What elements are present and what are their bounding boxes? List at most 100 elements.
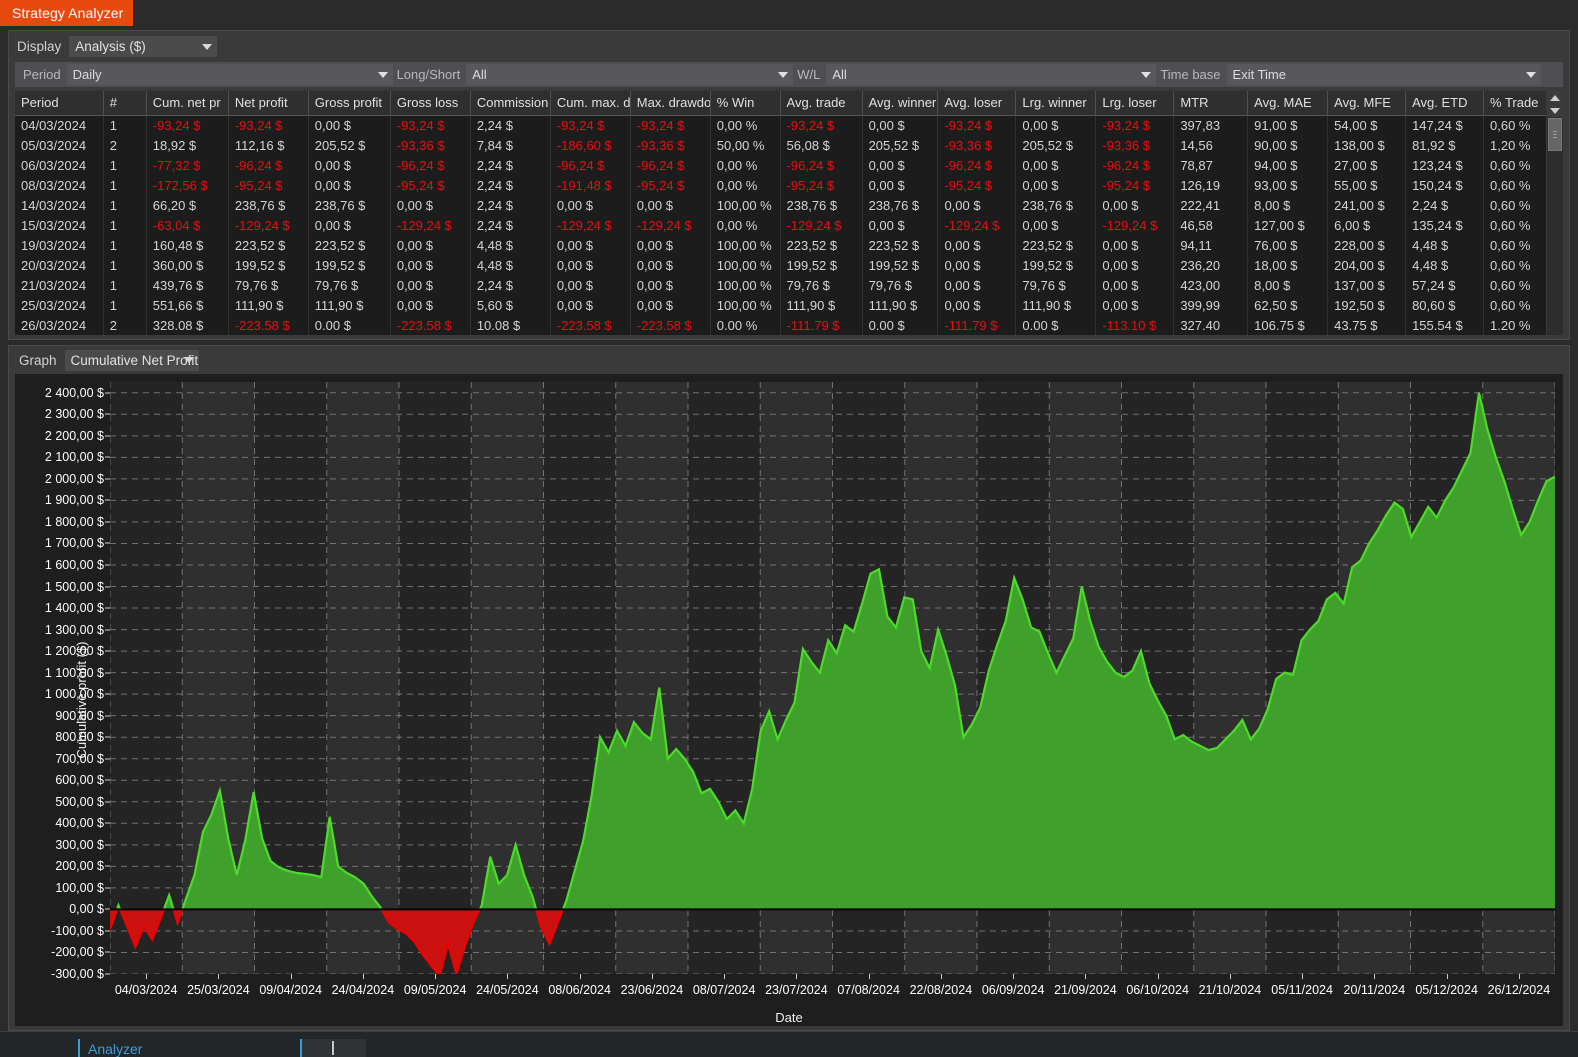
column-header-[interactable]: # [103,91,147,116]
tab-secondary[interactable] [300,1039,366,1057]
table-cell: 0,60 % [1483,115,1546,135]
period-select[interactable]: Daily [66,64,393,85]
y-axis-tick-label: 300,00 $ [55,837,104,852]
table-row[interactable]: 06/03/2024 1 -77,32 $ -96,24 $0,00 $ -96,24 … [15,155,1546,175]
table-cell: 2,24 $ [470,155,551,175]
column-header-avg-trade[interactable]: Avg. trade [780,91,863,116]
table-cell: 1,20 % [1483,135,1546,155]
table-row[interactable]: 25/03/2024 1 551,66 $111,90 $111,90 $0,00 … [15,295,1546,315]
strategy-analyzer-window: Strategy Analyzer Display Analysis ($) P… [0,0,1578,1057]
column-header-gross-profit[interactable]: Gross profit [308,91,391,116]
x-axis-tick-label: 21/09/2024 [1054,983,1117,997]
column-header-period[interactable]: Period [15,91,104,116]
table-row[interactable]: 19/03/2024 1 160,48 $223,52 $223,52 $0,00 … [15,235,1546,255]
x-axis-tick-label: 08/07/2024 [692,983,756,997]
y-axis-tick-mark [105,865,110,867]
y-axis-tick-mark [105,586,110,587]
y-axis-tick-mark [105,844,110,846]
table-row[interactable]: 04/03/2024 1 -93,24 $ -93,24 $0,00 $ -93,24 … [15,115,1546,135]
y-axis-tick-label: -300,00 $ [51,967,104,981]
table-cell: 160,48 $ [146,235,229,255]
table-cell: 0,00 $ [862,155,939,175]
table-cell: 328.08 $ [146,315,229,335]
column-header-avg-etd[interactable]: Avg. ETD [1405,91,1485,116]
table-cell: 1 [103,115,147,135]
table-row[interactable]: 20/03/2024 1 360,00 $199,52 $199,52 $0,00 … [15,255,1546,275]
long-short-label: Long/Short [396,67,461,82]
table-cell: -96,24 $ [228,155,309,175]
y-axis-tick-mark [105,930,110,932]
time-base-select[interactable]: Exit Time [1226,64,1541,85]
table-cell: 94,00 $ [1247,155,1329,175]
table-row[interactable]: 21/03/2024 1 439,76 $79,76 $79,76 $0,00 $2… [15,275,1546,295]
chart-plot[interactable]: 2 400,00 $ 2 300,00 $ 2 200,00 $ 2 100,00 $… [45,382,1555,997]
column-header-gross-loss[interactable]: Gross loss [390,91,471,116]
table-cell: 21/03/2024 [15,275,104,295]
table-row[interactable]: 14/03/2024 1 66,20 $238,76 $238,76 $0,00 $… [15,195,1546,215]
long-short-select[interactable]: All [466,64,794,85]
table-cell: 147,24 $ [1405,115,1485,135]
chevron-down-icon [183,357,194,363]
table-cell: 0,00 $ [308,155,391,175]
table-cell: 04/03/2024 [15,115,104,135]
column-header-avg-mae[interactable]: Avg. MAE [1247,91,1329,116]
x-axis-tick-mark [651,974,653,979]
graph-type-select[interactable]: Cumulative Net Profit [64,349,199,371]
x-axis-tick-mark [1446,974,1448,979]
table-cell: -129,24 $ [937,215,1017,235]
column-header-cum-max-d[interactable]: Cum. max. d [550,91,631,116]
table-cell: 0,00 $ [862,115,939,135]
y-axis-tick-label: 2 100,00 $ [44,450,104,465]
column-header-avg-winner[interactable]: Avg. winner [862,91,939,116]
scroll-down-button[interactable] [1547,104,1563,117]
table-cell: 205,52 $ [308,135,391,155]
column-header-max-drawdo[interactable]: Max. drawdo [630,91,711,116]
table-cell: 0,00 % [710,215,781,235]
y-axis-tick-mark [105,435,110,437]
table-cell: 397,83 [1173,115,1249,135]
tab-analyzer[interactable]: Analyzer [78,1039,142,1057]
column-header-mtr[interactable]: MTR [1173,91,1249,116]
table-row[interactable]: 05/03/2024 2 18,92 $112,16 $205,52 $ -93,36… [15,135,1546,155]
table-cell: -96,24 $ [630,155,711,175]
table-cell: 100,00 % [710,235,781,255]
table-cell: 0,00 $ [550,235,631,255]
table-cell: 150,24 $ [1405,175,1485,195]
x-axis-tick-mark [724,974,726,979]
table-vertical-scrollbar[interactable] [1546,91,1563,335]
column-header-win[interactable]: % Win [710,91,781,116]
column-header-trade[interactable]: % Trade [1483,91,1546,116]
display-select[interactable]: Analysis ($) [69,36,218,57]
analysis-panel: Display Analysis ($) Period Daily Long/S… [8,30,1570,340]
win-loss-select-value: All [832,67,847,82]
window-title: Strategy Analyzer [0,0,134,26]
table-cell: -113.10 $ [1095,315,1175,335]
time-base-label: Time base [1160,67,1221,82]
scrollbar-thumb[interactable] [1548,118,1562,151]
table-row[interactable]: 26/03/2024 2 328.08 $ -223.58 $0.00 $ -223.5… [15,315,1546,335]
y-axis-tick-mark [105,758,110,760]
x-axis-tick-mark [1013,974,1015,979]
column-header-commission[interactable]: Commission [470,91,551,116]
column-header-cum-net-pr[interactable]: Cum. net pr [146,91,229,116]
y-axis-tick-mark [105,607,110,609]
scroll-up-button[interactable] [1547,91,1563,104]
table-row[interactable]: 15/03/2024 1 -63,04 $ -129,24 $0,00 $ -129,2… [15,215,1546,235]
table-cell: 2,24 $ [470,115,551,135]
x-axis-tick-label: 09/04/2024 [259,983,322,997]
results-table-scrollarea[interactable]: Period # Cum. net pr Net profit Gross profit… [15,91,1546,335]
table-cell: 0,00 $ [1015,155,1097,175]
column-header-net-profit[interactable]: Net profit [228,91,309,116]
column-header-avg-loser[interactable]: Avg. loser [937,91,1017,116]
table-cell: 2,24 $ [1405,195,1485,215]
x-axis-tick-label: 23/07/2024 [765,983,828,997]
x-axis-tick-mark [1229,974,1231,979]
column-header-lrg-winner[interactable]: Lrg. winner [1015,91,1097,116]
win-loss-select[interactable]: All [826,64,1157,85]
column-header-avg-mfe[interactable]: Avg. MFE [1327,91,1407,116]
column-header-lrg-loser[interactable]: Lrg. loser [1095,91,1175,116]
table-cell: 199,52 $ [780,255,863,275]
x-axis-tick-label: 20/11/2024 [1343,983,1406,997]
table-cell: 0,00 $ [550,255,631,275]
table-row[interactable]: 08/03/2024 1 -172,56 $ -95,24 $0,00 $ -95,24… [15,175,1546,195]
